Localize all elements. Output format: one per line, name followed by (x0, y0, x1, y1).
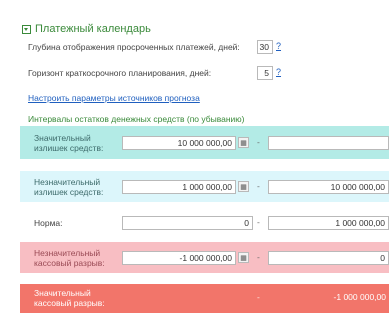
interval-label: Значительный излишек средств: (34, 133, 104, 153)
calendar-icon[interactable]: ▦ (238, 252, 249, 263)
range-dash: - (257, 181, 260, 191)
intervals-section-label: Интервалы остатков денежных средств (по … (28, 114, 245, 124)
payment-calendar-group-header[interactable]: Платежный календарь (22, 22, 151, 36)
planning-horizon-input[interactable]: 5 (257, 66, 273, 80)
calendar-icon[interactable]: ▦ (238, 181, 249, 192)
interval-to-input[interactable]: 0 (268, 251, 389, 265)
interval-from-input[interactable]: 1 000 000,00 (122, 180, 236, 194)
interval-to-input[interactable] (268, 136, 389, 150)
overdue-depth-help[interactable]: ? (276, 41, 281, 51)
interval-label: Норма: (34, 218, 63, 228)
range-dash: - (257, 292, 260, 302)
interval-from-input[interactable]: 10 000 000,00 (122, 136, 236, 150)
interval-label: Незначительный излишек средств: (34, 177, 104, 197)
interval-to-input[interactable]: 10 000 000,00 (268, 180, 389, 194)
interval-from-input[interactable]: -1 000 000,00 (122, 251, 236, 265)
overdue-depth-input[interactable]: 30 (257, 40, 273, 54)
planning-horizon-label: Горизонт краткосрочного планирования, дн… (28, 68, 212, 78)
interval-from-input[interactable]: 0 (122, 216, 253, 230)
interval-to-input[interactable]: 1 000 000,00 (268, 216, 389, 230)
group-title: Платежный календарь (35, 23, 151, 35)
collapse-toggle-icon[interactable] (22, 24, 31, 34)
range-dash: - (257, 217, 260, 227)
configure-forecast-sources-link[interactable]: Настроить параметры источников прогноза (28, 93, 200, 103)
interval-to-value: -1 000 000,00 (333, 292, 386, 302)
planning-horizon-help[interactable]: ? (276, 67, 281, 77)
interval-label: Незначительный кассовый разрыв: (34, 248, 105, 268)
range-dash: - (257, 252, 260, 262)
calendar-icon[interactable]: ▦ (238, 137, 249, 148)
range-dash: - (257, 137, 260, 147)
interval-label: Значительный кассовый разрыв: (34, 288, 105, 308)
overdue-depth-label: Глубина отображения просроченных платеже… (28, 42, 240, 52)
